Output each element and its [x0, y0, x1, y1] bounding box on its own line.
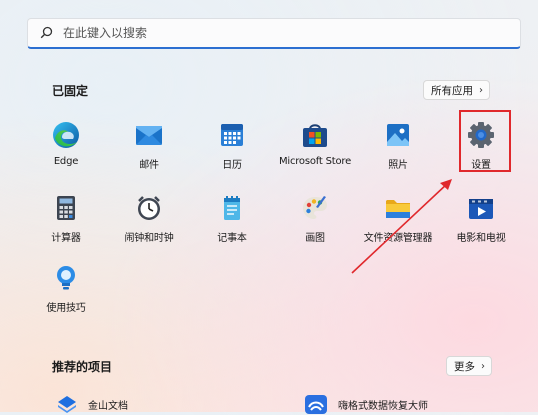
app-movies-tv[interactable]: 电影和电视: [440, 193, 522, 263]
app-mail[interactable]: 邮件: [108, 120, 190, 190]
photos-icon: [387, 124, 409, 146]
app-label: 画图: [305, 233, 325, 244]
app-notepad[interactable]: 记事本: [191, 193, 273, 263]
chevron-right-icon: ›: [479, 84, 483, 96]
calculator-icon: [57, 196, 75, 220]
app-alarms-clock[interactable]: 闹钟和时钟: [108, 193, 190, 263]
notepad-icon: [224, 196, 240, 220]
app-label: 日历: [222, 160, 242, 171]
all-apps-button[interactable]: 所有应用 ›: [423, 80, 490, 100]
pinned-title: 已固定: [52, 84, 89, 98]
app-label: 文件资源管理器: [363, 233, 433, 244]
app-label: 照片: [388, 160, 408, 171]
alarm-clock-icon: [138, 196, 160, 220]
app-file-explorer[interactable]: 文件资源管理器: [357, 193, 439, 263]
search-input[interactable]: [61, 25, 520, 41]
recommended-item-label: 金山文档: [88, 400, 128, 412]
movies-tv-icon: [469, 199, 493, 219]
app-calendar[interactable]: 日历: [191, 120, 273, 190]
chevron-right-icon: ›: [481, 360, 485, 372]
all-apps-label: 所有应用: [431, 84, 473, 97]
edge-icon: [53, 122, 79, 148]
app-label: 电影和电视: [456, 233, 506, 244]
paint-icon: [303, 196, 327, 219]
recommended-title: 推荐的项目: [52, 360, 113, 374]
app-edge[interactable]: Edge: [25, 120, 107, 190]
app-tips[interactable]: 使用技巧: [25, 263, 107, 333]
app-photos[interactable]: 照片: [357, 120, 439, 190]
store-icon: [303, 124, 327, 147]
tips-icon: [57, 266, 75, 290]
app-label: 计算器: [51, 233, 81, 244]
more-label: 更多: [454, 360, 475, 373]
app-label: 邮件: [139, 160, 159, 171]
app-label: 闹钟和时钟: [124, 233, 174, 244]
more-button[interactable]: 更多 ›: [446, 356, 492, 376]
app-microsoft-store[interactable]: Microsoft Store: [274, 120, 356, 190]
app-label: Edge: [53, 156, 79, 167]
app-label: 记事本: [217, 233, 247, 244]
search-icon: [40, 24, 53, 43]
folder-icon: [386, 200, 410, 218]
recommended-item-label: 嗨格式数据恢复大师: [338, 400, 428, 412]
settings-highlight-box: [459, 110, 511, 172]
app-label: 使用技巧: [46, 303, 86, 314]
calendar-icon: [221, 124, 243, 146]
app-paint[interactable]: 画图: [274, 193, 356, 263]
app-calculator[interactable]: 计算器: [25, 193, 107, 263]
mail-icon: [136, 126, 162, 145]
app-label: Microsoft Store: [278, 156, 352, 167]
search-box[interactable]: [27, 18, 521, 49]
